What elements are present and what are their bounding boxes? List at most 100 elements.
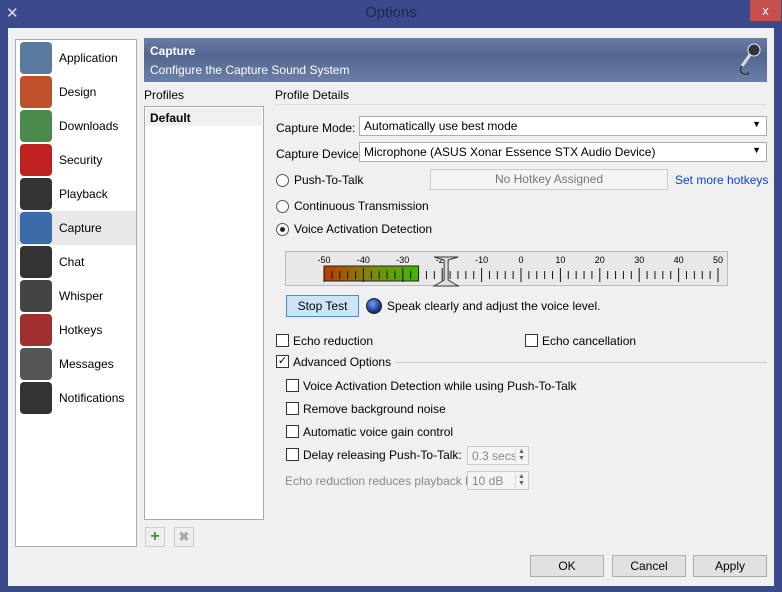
delay-ptt-checkbox[interactable] [286, 448, 299, 461]
capture-device-value: Microphone (ASUS Xonar Essence STX Audio… [364, 145, 656, 159]
voice-indicator-led-icon [366, 298, 382, 314]
sidebar-item-label: Messages [59, 357, 114, 371]
divider [370, 362, 767, 363]
security-lock-icon [20, 144, 52, 176]
sidebar-item-label: Design [59, 85, 97, 99]
continuous-transmission-radio[interactable] [276, 200, 289, 213]
meter-tick-label: 50 [713, 255, 723, 265]
meter-tick-label: -10 [475, 255, 488, 265]
meter-tick-label: -30 [396, 255, 409, 265]
sidebar-item-label: Playback [59, 187, 108, 201]
capture-mode-label: Capture Mode: [276, 121, 356, 135]
remove-noise-checkbox[interactable] [286, 402, 299, 415]
meter-tick-label: 0 [518, 255, 523, 265]
echo-reduction-checkbox[interactable] [276, 334, 289, 347]
title-bar: ✕ Options x [0, 0, 782, 28]
spin-arrows-icon[interactable]: ▲ ▼ [515, 473, 527, 488]
banner-subtitle: Configure the Capture Sound System [150, 63, 350, 77]
delay-ptt-label: Delay releasing Push-To-Talk: [303, 448, 462, 462]
headset-icon [20, 280, 52, 312]
agc-label: Automatic voice gain control [303, 425, 454, 439]
chat-icon [20, 246, 52, 278]
sidebar-item-label: Hotkeys [59, 323, 103, 337]
voice-activation-radio[interactable] [276, 223, 289, 236]
vad-while-ptt-label: Voice Activation Detection while using P… [303, 379, 577, 393]
meter-tick-label: 30 [634, 255, 644, 265]
capture-mode-value: Automatically use best mode [364, 119, 518, 133]
speaker-icon [20, 178, 52, 210]
sidebar-item-label: Chat [59, 255, 85, 269]
advanced-options-label: Advanced Options [293, 355, 396, 369]
apply-button[interactable]: Apply [693, 555, 767, 577]
close-button[interactable]: x [750, 0, 781, 21]
sidebar-item-label: Capture [59, 221, 102, 235]
sidebar-item-playback[interactable]: Playback [17, 177, 136, 211]
profile-item-default[interactable]: Default [146, 108, 262, 126]
sidebar-item-hotkeys[interactable]: Hotkeys [17, 313, 136, 347]
stop-test-button[interactable]: Stop Test [286, 295, 359, 317]
category-list: Application Design Downloads Security Playba… [15, 39, 137, 547]
sidebar-item-chat[interactable]: Chat [17, 245, 136, 279]
sidebar-item-label: Whisper [59, 289, 104, 303]
meter-tick-label: -40 [357, 255, 370, 265]
chevron-down-icon: ▼ [752, 119, 761, 129]
capture-device-label: Capture Device: [276, 147, 363, 161]
continuous-transmission-label: Continuous Transmission [294, 199, 429, 213]
profile-details-label: Profile Details [275, 88, 350, 102]
echo-cancellation-label: Echo cancellation [542, 334, 637, 348]
sidebar-item-security[interactable]: Security [17, 143, 136, 177]
add-profile-button[interactable]: + [145, 527, 165, 547]
meter-tick-label: 10 [555, 255, 565, 265]
hotkeys-icon [20, 314, 52, 346]
sidebar-item-design[interactable]: Design [17, 75, 136, 109]
notifications-icon [20, 382, 52, 414]
sidebar-item-downloads[interactable]: Downloads [17, 109, 136, 143]
messages-icon [20, 348, 52, 380]
agc-checkbox[interactable] [286, 425, 299, 438]
meter-tick-label: 20 [595, 255, 605, 265]
echo-reduction-label: Echo reduction [293, 334, 374, 348]
profiles-list[interactable]: Default [144, 106, 264, 520]
push-to-talk-label: Push-To-Talk [294, 173, 364, 187]
divider [275, 104, 767, 105]
capture-device-select[interactable]: Microphone (ASUS Xonar Essence STX Audio… [359, 142, 767, 162]
banner-title: Capture [150, 44, 196, 58]
delay-value: 0.3 secs [472, 449, 517, 463]
voice-hint: Speak clearly and adjust the voice level… [387, 299, 601, 313]
sidebar-item-application[interactable]: Application [17, 41, 136, 75]
echo-reduction-spinbox[interactable]: 10 dB ▲ ▼ [467, 471, 529, 490]
delay-ptt-spinbox[interactable]: 0.3 secs ▲ ▼ [467, 446, 529, 465]
sidebar-item-label: Security [59, 153, 103, 167]
echo-cancellation-checkbox[interactable] [525, 334, 538, 347]
vad-while-ptt-checkbox[interactable] [286, 379, 299, 392]
application-icon [20, 42, 52, 74]
sidebar-item-notifications[interactable]: Notifications [17, 381, 136, 415]
microphone-icon [739, 43, 761, 75]
sidebar-item-label: Downloads [59, 119, 119, 133]
remove-profile-button[interactable]: ✖ [174, 527, 194, 547]
microphone-icon [20, 212, 52, 244]
cancel-button[interactable]: Cancel [612, 555, 686, 577]
meter-tick-label: -50 [317, 255, 330, 265]
window-title: Options [365, 4, 417, 21]
hotkey-button[interactable]: No Hotkey Assigned [430, 169, 668, 190]
set-more-hotkeys-link[interactable]: Set more hotkeys [675, 173, 768, 187]
section-banner: Capture Configure the Capture Sound Syst… [144, 38, 767, 82]
capture-mode-select[interactable]: Automatically use best mode ▼ [359, 116, 767, 136]
sidebar-item-capture[interactable]: Capture [17, 211, 136, 245]
sidebar-item-whisper[interactable]: Whisper [17, 279, 136, 313]
spin-arrows-icon[interactable]: ▲ ▼ [515, 448, 527, 463]
meter-tick-label: 40 [674, 255, 684, 265]
design-icon [20, 76, 52, 108]
voice-level-meter[interactable]: -50 -40 -30 -20 -10 0 10 20 30 40 50 [285, 251, 728, 287]
sidebar-item-messages[interactable]: Messages [17, 347, 136, 381]
remove-noise-label: Remove background noise [303, 402, 446, 416]
push-to-talk-radio[interactable] [276, 174, 289, 187]
ok-button[interactable]: OK [530, 555, 604, 577]
advanced-options-checkbox[interactable]: ✓ [276, 355, 289, 368]
chevron-down-icon: ▼ [752, 145, 761, 155]
echo-reduction-value: 10 dB [472, 474, 504, 488]
profiles-label: Profiles [144, 88, 185, 102]
echo-reduction-amount-label: Echo reduction reduces playback by: [285, 474, 482, 488]
sidebar-item-label: Application [59, 51, 118, 65]
